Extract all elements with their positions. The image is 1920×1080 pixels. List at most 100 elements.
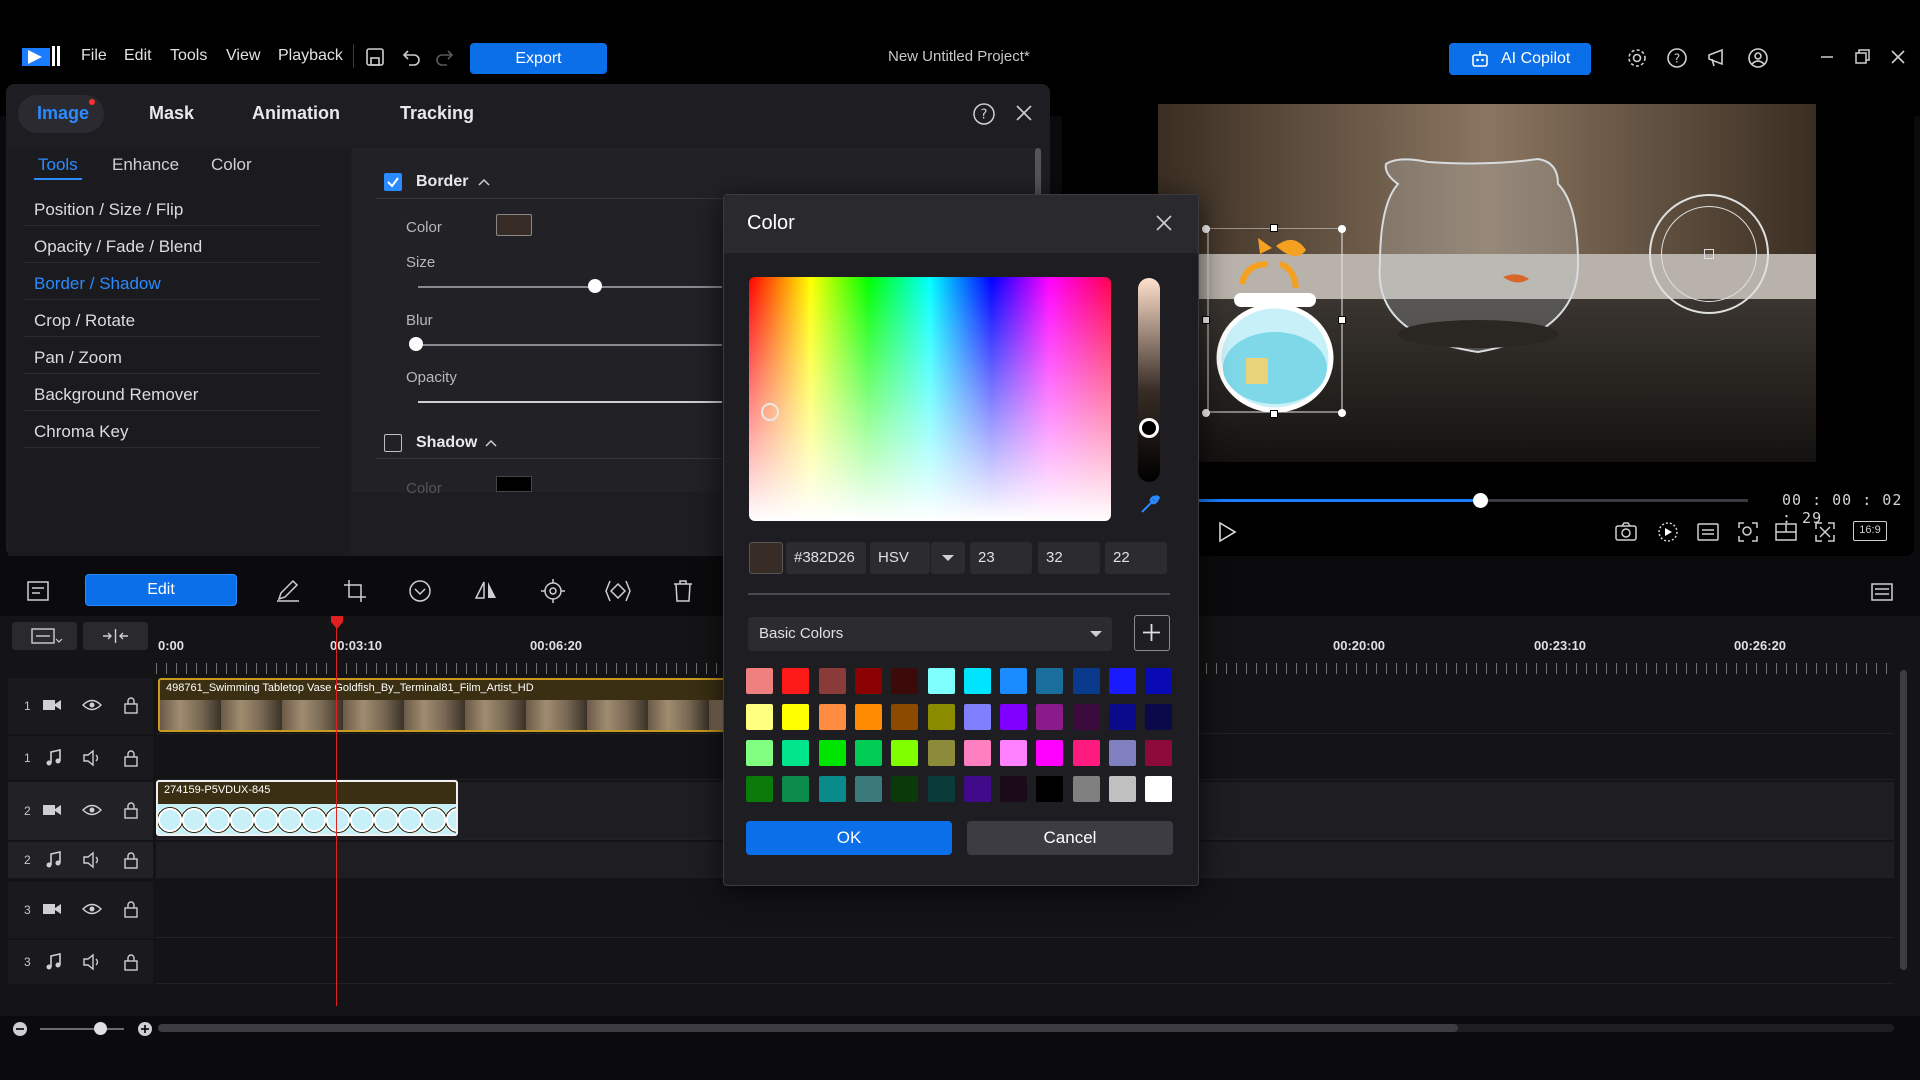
resize-handle[interactable] [1202,409,1210,417]
color-swatch[interactable] [1145,776,1173,802]
properties-scrollbar[interactable] [1035,148,1041,196]
help-icon[interactable]: ? [1666,47,1690,71]
ok-button[interactable]: OK [746,821,952,855]
color-swatch[interactable] [963,776,991,802]
color-swatch[interactable] [927,740,955,766]
resize-handle[interactable] [1202,316,1210,324]
timeline-horizontal-scrollbar[interactable] [158,1024,1894,1032]
color-swatch[interactable] [818,740,846,766]
color-swatch[interactable] [891,668,919,694]
resize-handle[interactable] [1270,224,1278,232]
scrollbar-thumb[interactable] [158,1024,1458,1032]
volume-speaker-icon[interactable] [82,749,102,767]
brightness-slider-thumb[interactable] [1139,418,1159,438]
color-swatch[interactable] [1036,776,1064,802]
tool-opacity-fade-blend[interactable]: Opacity / Fade / Blend [34,237,202,257]
volume-speaker-icon[interactable] [82,851,102,869]
menu-tools[interactable]: Tools [170,47,207,65]
brightness-slider[interactable] [1138,278,1160,482]
panel-help-icon[interactable]: ? [972,102,996,126]
color-swatch[interactable] [1109,668,1136,694]
crop-icon[interactable] [342,578,368,604]
tool-crop-rotate[interactable]: Crop / Rotate [34,311,135,331]
color-swatch[interactable] [746,668,773,694]
color-swatch[interactable] [1109,704,1136,730]
border-color-swatch[interactable] [496,214,532,236]
color-swatch[interactable] [1072,704,1100,730]
color-swatch[interactable] [818,668,846,694]
timeline-vertical-scrollbar[interactable] [1900,670,1907,970]
zoom-preview-icon[interactable] [1736,520,1760,544]
color-swatch[interactable] [891,740,919,766]
resize-handle[interactable] [1202,225,1210,233]
color-swatch[interactable] [1145,704,1173,730]
tab-mask[interactable]: Mask [149,103,194,124]
zoom-out-icon[interactable] [12,1021,28,1037]
minimize-icon[interactable] [1817,47,1841,71]
border-blur-slider[interactable] [418,344,722,346]
snapshot-camera-icon[interactable] [1614,520,1638,544]
timeline-view-icon[interactable] [26,579,50,603]
shadow-color-swatch[interactable] [496,476,532,492]
border-blur-slider-thumb[interactable] [409,337,423,351]
cancel-button[interactable]: Cancel [967,821,1173,855]
border-size-slider-thumb[interactable] [588,279,602,293]
menu-view[interactable]: View [226,47,260,65]
save-icon[interactable] [364,46,388,70]
saturation-input[interactable]: 32 [1038,542,1100,574]
color-swatch[interactable] [818,704,846,730]
menu-playback[interactable]: Playback [278,47,343,65]
color-swatch[interactable] [891,776,919,802]
subtab-color[interactable]: Color [211,155,252,175]
color-swatch[interactable] [1000,776,1028,802]
playback-mode-icon[interactable] [1656,520,1680,544]
playhead-line[interactable] [336,624,337,1006]
saturation-value-picker[interactable] [749,277,1111,521]
lock-icon[interactable] [123,953,139,971]
eyedropper-icon[interactable] [1138,492,1162,516]
subtab-tools[interactable]: Tools [38,155,78,175]
lock-icon[interactable] [123,801,139,819]
color-swatch[interactable] [1036,704,1064,730]
aspect-ratio-button[interactable]: 16:9 [1853,521,1887,541]
color-swatch[interactable] [854,668,882,694]
restore-icon[interactable] [1852,47,1876,71]
color-swatch[interactable] [963,668,991,694]
tool-background-remover[interactable]: Background Remover [34,385,198,405]
lock-icon[interactable] [123,696,139,714]
color-swatch[interactable] [782,668,810,694]
tab-image[interactable]: Image [37,103,89,124]
color-swatch[interactable] [854,740,882,766]
color-swatch[interactable] [818,776,846,802]
border-checkbox[interactable] [384,173,402,191]
chevron-up-icon[interactable] [476,174,492,190]
flip-icon[interactable] [473,578,499,604]
color-swatch[interactable] [891,704,919,730]
close-window-icon[interactable] [1888,47,1912,71]
color-swatch[interactable] [963,740,991,766]
panel-close-icon[interactable] [1013,102,1037,126]
lock-icon[interactable] [123,749,139,767]
resize-handle[interactable] [1338,316,1346,324]
undo-icon[interactable] [400,46,424,70]
play-icon[interactable] [1214,519,1240,545]
zoom-slider-thumb[interactable] [94,1022,107,1035]
timeline-settings-icon[interactable] [1869,578,1895,604]
color-swatch[interactable] [1000,740,1028,766]
color-mode-select[interactable]: HSV [870,542,930,574]
resize-handle[interactable] [1270,410,1278,418]
resize-handle[interactable] [1338,409,1346,417]
tracking-target-circle[interactable] [1649,194,1769,314]
pen-tool-icon[interactable] [275,579,301,603]
tool-chroma-key[interactable]: Chroma Key [34,422,128,442]
zoom-slider[interactable] [40,1028,124,1030]
subtab-enhance[interactable]: Enhance [112,155,179,175]
color-swatch[interactable] [782,740,810,766]
color-swatch[interactable] [1145,668,1173,694]
menu-file[interactable]: File [81,47,107,65]
fullscreen-icon[interactable] [1813,520,1837,544]
motion-tracking-icon[interactable] [540,578,566,604]
visibility-eye-icon[interactable] [82,901,102,917]
tab-tracking[interactable]: Tracking [400,103,474,124]
color-picker-cursor[interactable] [761,403,779,421]
